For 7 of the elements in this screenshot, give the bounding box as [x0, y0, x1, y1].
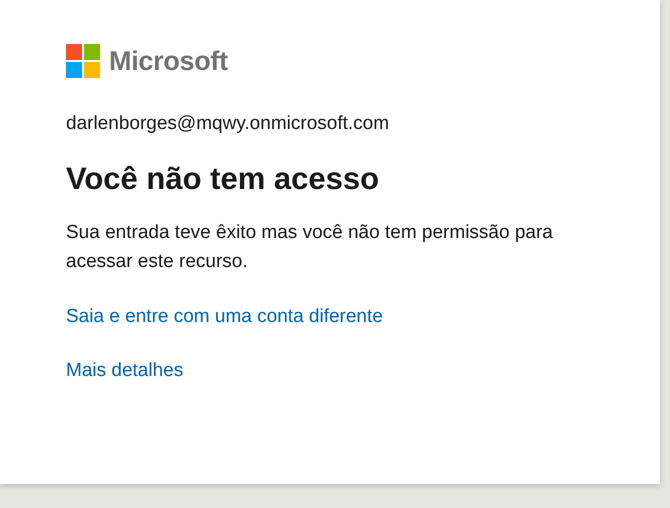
logo-icon [66, 44, 100, 78]
message-text: Sua entrada teve êxito mas você não tem permissão para acessar este recurso. [66, 221, 554, 274]
logo-text: Microsoft [109, 46, 228, 76]
text-link[interactable]: Saia e entre com uma conta diferente [66, 304, 383, 330]
text-link[interactable]: Mais detalhes [66, 358, 184, 384]
page-title: Você não tem acesso [66, 160, 380, 198]
account-email: darlenborges@mqwy.onmicrosoft.com [66, 112, 390, 136]
